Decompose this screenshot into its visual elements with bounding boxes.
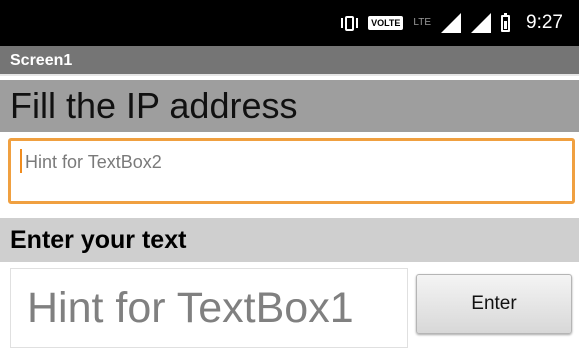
status-bar: VOLTE LTE 9:27 <box>0 0 579 46</box>
app-screen: VOLTE LTE 9:27 Screen1 Fill the IP addre… <box>0 0 579 348</box>
screen-title: Screen1 <box>0 46 579 76</box>
text-cursor <box>20 149 22 173</box>
vibrate-icon <box>341 15 359 31</box>
lte-icon: LTE <box>413 17 432 28</box>
status-clock: 9:27 <box>526 12 563 33</box>
ip-address-input[interactable] <box>8 138 575 204</box>
ip-heading-label: Fill the IP address <box>0 80 579 132</box>
signal-icon <box>441 13 462 33</box>
volte-icon: VOLTE <box>368 16 404 30</box>
enter-text-label: Enter your text <box>0 218 579 262</box>
enter-button[interactable]: Enter <box>416 274 572 334</box>
status-icons: VOLTE LTE 9:27 <box>341 0 563 46</box>
signal-icon <box>471 13 492 33</box>
battery-icon <box>501 12 511 32</box>
text-input[interactable] <box>10 268 408 348</box>
